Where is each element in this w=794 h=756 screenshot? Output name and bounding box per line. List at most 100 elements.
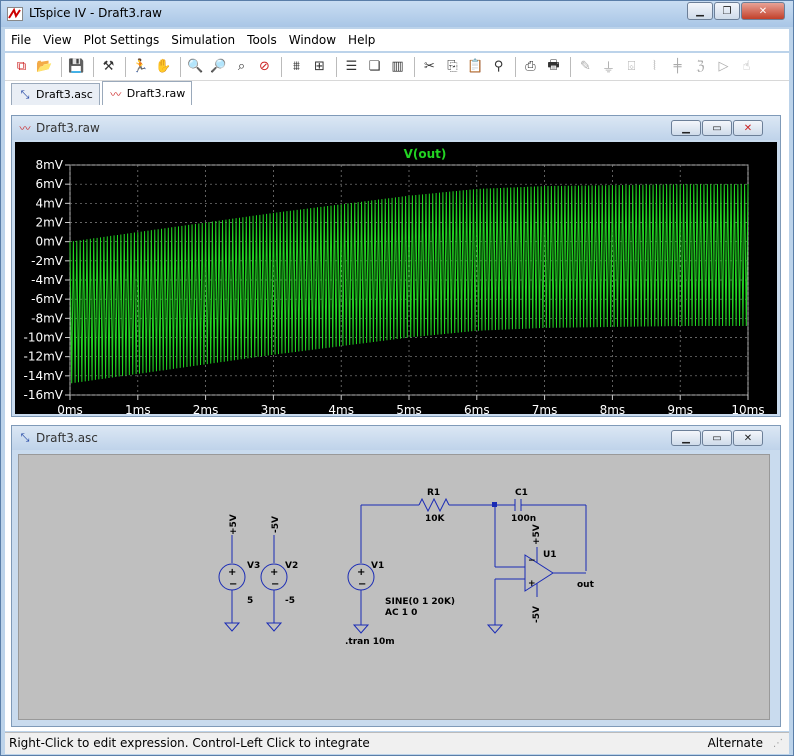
menu-help[interactable]: Help	[342, 33, 381, 47]
tile-horizontal-icon[interactable]: ☰	[341, 56, 362, 77]
print-icon[interactable]: 🖶	[543, 56, 564, 77]
save-icon[interactable]: 💾	[66, 56, 87, 77]
capacitor-icon[interactable]: ╪	[667, 56, 688, 77]
autorange-icon[interactable]: ⩩	[286, 56, 307, 77]
menu-simulation[interactable]: Simulation	[165, 33, 241, 47]
zoom-cancel-icon[interactable]: ⊘	[254, 56, 275, 77]
resize-grip-icon[interactable]: ⋰	[773, 738, 787, 752]
menu-window[interactable]: Window	[283, 33, 342, 47]
u1-neg-supply-label: -5V	[532, 606, 542, 623]
copy-icon[interactable]: ⎘	[442, 56, 463, 77]
toolbar-divider	[180, 56, 181, 77]
cut-icon[interactable]: ✂	[419, 56, 440, 77]
close-button[interactable]: ✕	[733, 120, 763, 136]
waveform-plot[interactable]: 8mV 6mV 4mV 2mV 0mV -2mV -4mV -6mV -8mV -10mV -12m…	[15, 142, 777, 417]
close-icon: ✕	[743, 122, 753, 134]
waveform-window-title-bar[interactable]: 〰 Draft3.raw ▁ ▭ ✕	[12, 116, 780, 140]
v2-name: V2	[285, 561, 298, 571]
title-bar[interactable]: LTspice IV - Draft3.raw ▁ ❐ ✕	[1, 1, 793, 27]
new-schematic-icon[interactable]: ⧉	[11, 56, 32, 77]
halt-icon[interactable]: ✋	[153, 56, 174, 77]
minus-icon: −	[271, 579, 279, 590]
plus-icon: +	[228, 567, 236, 578]
minus-icon: −	[358, 579, 366, 590]
toolbar: ⧉ 📂 💾 ⚒ 🏃 ✋ 🔍 🔎 ⌕ ⊘ ⩩ ⊞ ☰ ❏ ▥ ✂ ⎘ 📋 ⚲ ⎙ …	[5, 53, 789, 81]
inductor-icon[interactable]: ℨ	[690, 56, 711, 77]
control-panel-icon[interactable]: ⚒	[98, 56, 119, 77]
zoom-in-icon[interactable]: 🔍	[185, 56, 206, 77]
status-bar: Right-Click to edit expression. Control-…	[5, 732, 789, 754]
component-icon[interactable]: ☝	[736, 56, 757, 77]
menu-tools[interactable]: Tools	[241, 33, 283, 47]
minimize-button[interactable]: ▁	[671, 120, 701, 136]
menu-file[interactable]: File	[5, 33, 37, 47]
tile-vertical-icon[interactable]: ▥	[387, 56, 408, 77]
paste-icon[interactable]: 📋	[465, 56, 486, 77]
minimize-icon: ▁	[682, 122, 690, 134]
diode-icon[interactable]: ▷	[713, 56, 734, 77]
x-tick-label: 10ms	[731, 403, 764, 414]
schematic-window-title-bar[interactable]: ⤡ Draft3.asc ▁ ▭ ✕	[12, 426, 780, 450]
x-tick-label: 0ms	[57, 403, 83, 414]
maximize-button[interactable]: ▭	[702, 430, 732, 446]
v2-value: -5	[285, 596, 295, 606]
toolbar-divider	[515, 56, 516, 77]
minimize-button[interactable]: ▁	[671, 430, 701, 446]
schematic-drawing[interactable]: + − V3 5 +5V + − V2 -5 -5V + − V1 SINE(0…	[19, 455, 769, 719]
tab-draft3-raw[interactable]: 〰 Draft3.raw	[101, 81, 193, 105]
menu-view[interactable]: View	[37, 33, 77, 47]
y-tick-label: -14mV	[24, 369, 64, 383]
schematic-icon: ⤡	[20, 431, 30, 444]
grid-icon[interactable]: ⊞	[309, 56, 330, 77]
tran-directive[interactable]: .tran 10m	[345, 637, 395, 647]
maximize-button[interactable]: ▭	[702, 120, 732, 136]
toolbar-divider	[336, 56, 337, 77]
zoom-out-icon[interactable]: 🔎	[208, 56, 229, 77]
minimize-icon: ▁	[696, 5, 704, 17]
r1-name: R1	[427, 488, 440, 498]
v3-value: 5	[247, 596, 253, 606]
y-tick-label: 6mV	[35, 177, 63, 191]
schematic-canvas[interactable]: + − V3 5 +5V + − V2 -5 -5V + − V1 SINE(0…	[18, 454, 770, 720]
schematic-window-title: Draft3.asc	[36, 431, 98, 445]
ltspice-app-icon	[7, 7, 23, 21]
restore-button[interactable]: ❐	[714, 2, 740, 20]
restore-icon: ❐	[722, 5, 732, 17]
menu-bar: File View Plot Settings Simulation Tools…	[5, 29, 789, 51]
find-icon[interactable]: ⚲	[488, 56, 509, 77]
document-tabs: ⤡ Draft3.asc 〰 Draft3.raw	[5, 81, 789, 105]
draw-wire-icon[interactable]: ✎	[575, 56, 596, 77]
window-title: LTspice IV - Draft3.raw	[29, 6, 162, 20]
y-tick-label: -8mV	[31, 311, 64, 325]
tab-draft3-asc[interactable]: ⤡ Draft3.asc	[11, 83, 100, 105]
maximize-icon: ▭	[712, 432, 722, 444]
resistor-icon[interactable]: ⦚	[644, 56, 665, 77]
trace-name-label[interactable]: V(out)	[404, 147, 447, 161]
trace-v-out[interactable]	[69, 184, 749, 384]
close-button[interactable]: ✕	[733, 430, 763, 446]
minimize-button[interactable]: ▁	[687, 2, 713, 20]
run-icon[interactable]: 🏃	[130, 56, 151, 77]
toolbar-divider	[61, 56, 62, 77]
x-tick-label: 1ms	[125, 403, 151, 414]
u1-pos-supply-label: +5V	[532, 524, 542, 545]
close-icon: ✕	[758, 5, 768, 17]
print-preview-icon[interactable]: ⎙	[520, 56, 541, 77]
waveform-chart[interactable]: 8mV 6mV 4mV 2mV 0mV -2mV -4mV -6mV -8mV -10mV -12m…	[15, 142, 777, 417]
toolbar-divider	[125, 56, 126, 77]
tab-label: Draft3.raw	[126, 87, 186, 100]
label-net-icon[interactable]: ⌺	[621, 56, 642, 77]
zoom-fit-icon[interactable]: ⌕	[231, 56, 252, 77]
close-button[interactable]: ✕	[741, 2, 785, 20]
schematic-window: ⤡ Draft3.asc ▁ ▭ ✕ + − V3 5 +5V + − V2 -…	[11, 425, 781, 727]
menu-plot-settings[interactable]: Plot Settings	[78, 33, 166, 47]
cascade-icon[interactable]: ❏	[364, 56, 385, 77]
ground-icon[interactable]: ⏚	[598, 56, 619, 77]
x-tick-label: 7ms	[532, 403, 558, 414]
v3-net-label: +5V	[229, 514, 239, 535]
y-tick-label: 0mV	[35, 235, 63, 249]
open-icon[interactable]: 📂	[34, 56, 55, 77]
y-tick-label: -12mV	[24, 350, 64, 364]
maximize-icon: ▭	[712, 122, 722, 134]
minus-icon: −	[229, 579, 237, 590]
